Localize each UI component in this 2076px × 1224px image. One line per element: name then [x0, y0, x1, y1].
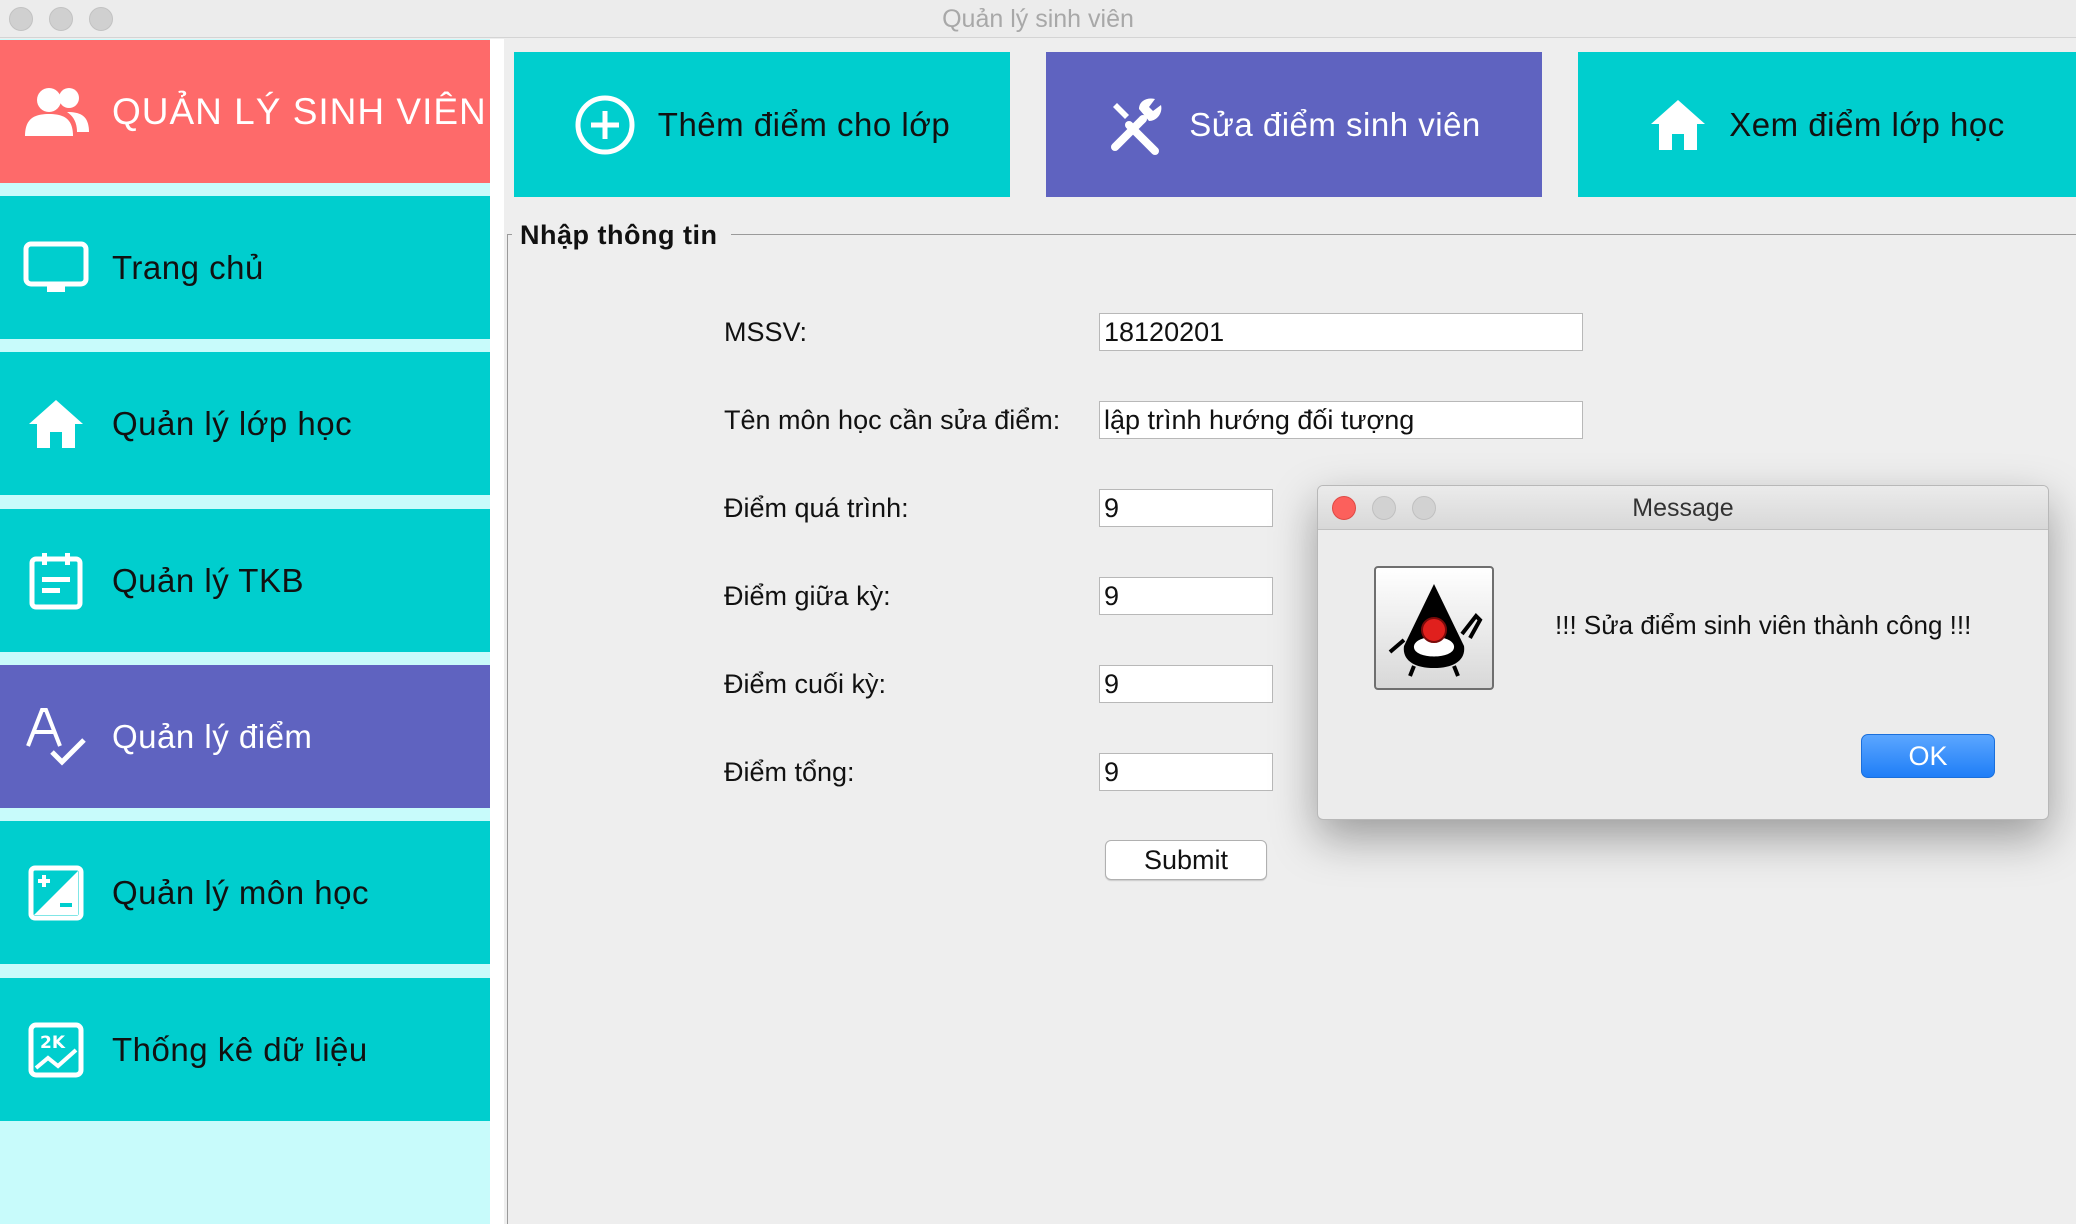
spellcheck-icon	[0, 706, 112, 768]
dialog-message: !!! Sửa điểm sinh viên thành công !!!	[1555, 610, 1972, 640]
tools-icon	[1107, 95, 1167, 155]
window-titlebar: Quản lý sinh viên	[0, 0, 2076, 38]
chart-icon: 2K	[0, 1022, 112, 1078]
process-grade-label: Điểm quá trình:	[724, 493, 909, 523]
midterm-grade-field[interactable]: 9	[1099, 577, 1273, 615]
java-duke-icon	[1374, 566, 1494, 690]
sidebar-header: QUẢN LÝ SINH VIÊN	[0, 40, 490, 183]
mssv-field[interactable]: 18120201	[1099, 313, 1583, 351]
final-grade-label: Điểm cuối kỳ:	[724, 669, 887, 699]
dialog-title: Message	[1632, 494, 1734, 522]
home-icon	[0, 398, 112, 450]
calendar-icon	[0, 551, 112, 611]
sidebar-item-schedule[interactable]: Quản lý TKB	[0, 509, 490, 652]
midterm-grade-label: Điểm giữa kỳ:	[724, 581, 891, 611]
tab-label: Thêm điểm cho lớp	[657, 105, 951, 143]
sidebar-item-home[interactable]: Trang chủ	[0, 196, 490, 339]
home-icon	[1649, 98, 1707, 152]
message-dialog: Message !!! Sửa điểm sinh viên thành côn…	[1317, 485, 2049, 820]
sidebar-item-label: Trang chủ	[112, 248, 264, 286]
tab-label: Sửa điểm sinh viên	[1189, 105, 1481, 143]
process-grade-field[interactable]: 9	[1099, 489, 1273, 527]
sidebar: QUẢN LÝ SINH VIÊN Trang chủ Quản lý lớp …	[0, 39, 490, 1224]
plus-minus-icon	[0, 865, 112, 921]
total-grade-field[interactable]: 9	[1099, 753, 1273, 791]
sidebar-item-classes[interactable]: Quản lý lớp học	[0, 352, 490, 495]
panel-legend: Nhập thông tin	[512, 220, 732, 251]
svg-text:2K: 2K	[40, 1033, 66, 1053]
tab-view-class-grades[interactable]: Xem điểm lớp học	[1578, 52, 2076, 197]
sidebar-item-label: Quản lý TKB	[112, 561, 304, 599]
sidebar-item-label: Quản lý điểm	[112, 717, 313, 755]
total-grade-label: Điểm tổng:	[724, 757, 855, 787]
window-title: Quản lý sinh viên	[942, 5, 1134, 33]
sidebar-item-label: Quản lý môn học	[112, 873, 369, 911]
tab-label: Xem điểm lớp học	[1729, 105, 2005, 143]
tab-add-class-grades[interactable]: Thêm điểm cho lớp	[514, 52, 1010, 197]
submit-button[interactable]: Submit	[1105, 840, 1267, 880]
sidebar-item-subjects[interactable]: Quản lý môn học	[0, 821, 490, 964]
add-circle-icon	[574, 94, 636, 156]
tab-edit-student-grades[interactable]: Sửa điểm sinh viên	[1046, 52, 1542, 197]
final-grade-field[interactable]: 9	[1099, 665, 1273, 703]
ok-button[interactable]: OK	[1861, 734, 1995, 778]
dialog-titlebar: Message	[1318, 486, 2048, 530]
subject-field[interactable]: lập trình hướng đối tượng	[1099, 401, 1583, 439]
sidebar-item-label: Thống kê dữ liệu	[112, 1030, 368, 1068]
sidebar-divider	[490, 39, 504, 1224]
users-icon	[0, 86, 112, 138]
monitor-icon	[0, 241, 112, 295]
subject-label: Tên môn học cần sửa điểm:	[724, 405, 1061, 435]
sidebar-item-label: Quản lý lớp học	[112, 404, 353, 442]
mssv-label: MSSV:	[724, 317, 808, 347]
sidebar-item-statistics[interactable]: 2K Thống kê dữ liệu	[0, 978, 490, 1121]
sidebar-item-grades[interactable]: Quản lý điểm	[0, 665, 490, 808]
app-name: QUẢN LÝ SINH VIÊN	[112, 90, 487, 132]
